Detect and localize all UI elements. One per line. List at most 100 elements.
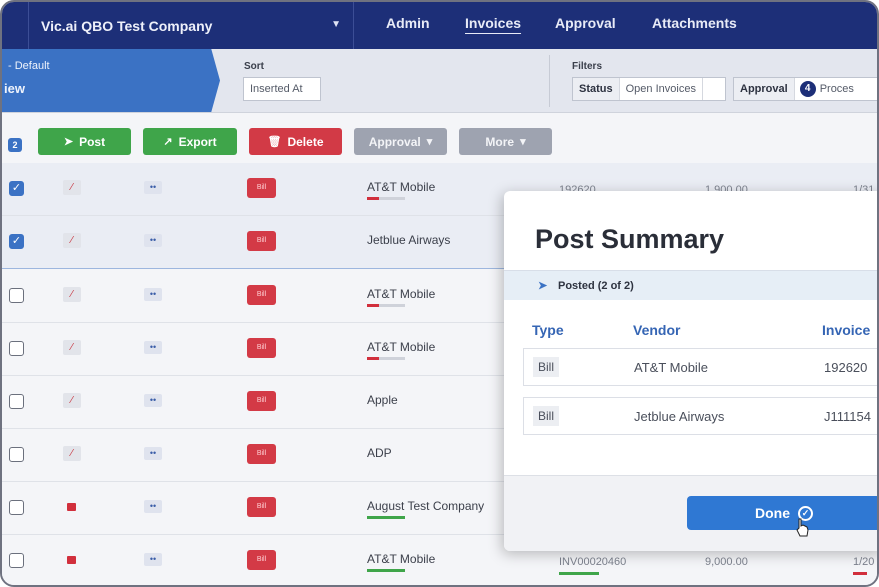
- progress-bar: [367, 357, 405, 360]
- more-actions-icon[interactable]: ••: [144, 288, 162, 301]
- row-checkbox[interactable]: [9, 447, 24, 462]
- more-actions-icon[interactable]: ••: [144, 500, 162, 513]
- sort-select[interactable]: Inserted At: [243, 77, 321, 101]
- column-header-invoice: Invoice: [822, 322, 871, 338]
- more-actions-icon[interactable]: ••: [144, 341, 162, 354]
- summary-type: Bill: [533, 406, 560, 426]
- progress-bar: [559, 572, 599, 575]
- view-default-label: - Default: [8, 60, 50, 72]
- approval-dropdown-button[interactable]: Approval ▾: [354, 128, 447, 155]
- done-button-label: Done: [755, 505, 790, 521]
- export-button[interactable]: ↗ Export: [143, 128, 237, 155]
- selected-count-badge: 2: [8, 138, 22, 152]
- nav-approval[interactable]: Approval: [555, 15, 616, 31]
- more-dropdown-button[interactable]: More ▾: [459, 128, 552, 155]
- chevron-down-icon: ▼: [331, 19, 341, 30]
- row-checkbox[interactable]: [9, 394, 24, 409]
- post-button-label: Post: [79, 134, 106, 149]
- edit-icon[interactable]: ⁄: [63, 180, 81, 195]
- view-selector[interactable]: - Default iew: [2, 49, 220, 112]
- vendor-name: AT&T Mobile: [367, 287, 436, 301]
- edit-icon[interactable]: ⁄: [63, 233, 81, 248]
- type-badge: Bill: [247, 231, 276, 251]
- status-square-icon[interactable]: [63, 552, 81, 567]
- edit-icon[interactable]: ⁄: [63, 446, 81, 461]
- edit-icon[interactable]: ⁄: [63, 287, 81, 302]
- type-badge: Bill: [247, 444, 276, 464]
- type-badge: Bill: [247, 391, 276, 411]
- status-filter-label: Status: [573, 78, 620, 100]
- divider: [549, 55, 550, 107]
- column-header-vendor: Vendor: [633, 322, 681, 338]
- approval-filter[interactable]: Approval 4 Proces: [733, 77, 877, 101]
- filters-label: Filters: [572, 61, 603, 72]
- hand-cursor-icon: [796, 518, 809, 537]
- post-button[interactable]: ➤ Post: [38, 128, 131, 155]
- progress-bar: [367, 569, 405, 572]
- more-actions-icon[interactable]: ••: [144, 234, 162, 247]
- row-checkbox[interactable]: [9, 288, 24, 303]
- approval-button-label: Approval: [368, 134, 421, 149]
- type-badge: Bill: [247, 285, 276, 305]
- row-checkbox[interactable]: ✓: [9, 181, 24, 196]
- post-status-text: Posted (2 of 2): [558, 280, 634, 292]
- summary-invoice: J111154: [824, 409, 871, 424]
- paper-plane-icon: ➤: [538, 280, 548, 292]
- export-button-label: Export: [178, 134, 217, 149]
- row-checkbox[interactable]: [9, 500, 24, 515]
- status-filter-value: Open Invoices: [620, 78, 703, 100]
- type-badge: Bill: [247, 338, 276, 358]
- chevron-down-icon: ▾: [520, 136, 526, 148]
- done-button[interactable]: Done ✓: [687, 496, 877, 530]
- approval-filter-label: Approval: [734, 78, 795, 100]
- edit-icon[interactable]: ⁄: [63, 340, 81, 355]
- vendor-name: August Test Company: [367, 499, 485, 513]
- post-status-bar: ➤ Posted (2 of 2): [504, 270, 877, 300]
- delete-button[interactable]: 🗑 Delete: [249, 128, 342, 155]
- nav-attachments[interactable]: Attachments: [652, 15, 737, 31]
- export-arrow-icon: ↗: [163, 136, 173, 148]
- row-checkbox[interactable]: [9, 553, 24, 568]
- progress-bar: [367, 304, 405, 307]
- summary-row: Bill Jetblue Airways J111154: [523, 397, 877, 435]
- progress-bar: [853, 572, 867, 575]
- company-name: Vic.ai QBO Test Company: [41, 17, 213, 34]
- nav-admin[interactable]: Admin: [386, 15, 430, 31]
- vendor-name: Apple: [367, 393, 398, 407]
- more-actions-icon[interactable]: ••: [144, 394, 162, 407]
- delete-button-label: Delete: [287, 134, 324, 149]
- summary-vendor: Jetblue Airways: [634, 409, 725, 424]
- company-selector[interactable]: Vic.ai QBO Test Company ▼: [28, 2, 354, 49]
- type-badge: Bill: [247, 550, 276, 570]
- edit-icon[interactable]: ⁄: [63, 393, 81, 408]
- vendor-name: AT&T Mobile: [367, 340, 436, 354]
- sort-label: Sort: [244, 61, 264, 72]
- chevron-down-icon: ▾: [426, 136, 433, 148]
- paper-plane-icon: ➤: [63, 136, 74, 148]
- date: 1/20: [853, 556, 875, 568]
- row-checkbox[interactable]: [9, 341, 24, 356]
- approval-filter-value-wrap: 4 Proces: [795, 78, 854, 100]
- summary-invoice: 192620: [824, 360, 868, 375]
- summary-row: Bill AT&T Mobile 192620: [523, 348, 877, 386]
- status-filter[interactable]: Status Open Invoices: [572, 77, 726, 101]
- progress-bar: [367, 197, 405, 200]
- more-actions-icon[interactable]: ••: [144, 181, 162, 194]
- more-actions-icon[interactable]: ••: [144, 447, 162, 460]
- more-button-label: More: [485, 134, 515, 149]
- vendor-name: ADP: [367, 446, 392, 460]
- more-actions-icon[interactable]: ••: [144, 553, 162, 566]
- column-header-type: Type: [532, 322, 564, 338]
- nav-invoices[interactable]: Invoices: [465, 15, 521, 31]
- modal-title: Post Summary: [535, 224, 725, 254]
- view-name: iew: [4, 81, 25, 96]
- approval-filter-value: Proces: [819, 83, 854, 95]
- status-square-icon[interactable]: [63, 499, 81, 514]
- row-checkbox[interactable]: ✓: [9, 234, 24, 249]
- type-badge: Bill: [247, 178, 276, 198]
- trash-icon: 🗑: [267, 136, 282, 148]
- progress-bar: [367, 516, 405, 519]
- invoice-number: INV00020460: [559, 556, 627, 568]
- vendor-name: Jetblue Airways: [367, 233, 451, 247]
- vendor-name: AT&T Mobile: [367, 180, 436, 194]
